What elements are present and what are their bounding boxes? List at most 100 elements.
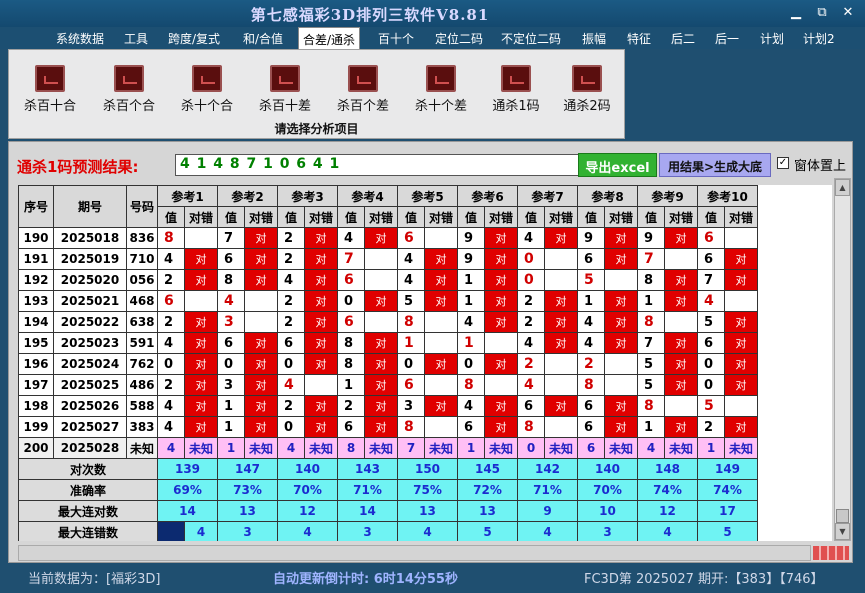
- generate-base-button[interactable]: 用结果>生成大底: [659, 153, 771, 177]
- kill-sg-diff-button[interactable]: 杀十个差: [406, 65, 476, 114]
- cell-ref-value: 5: [697, 311, 725, 333]
- cell-ref-value: 4: [157, 437, 185, 459]
- cell-ref-result: [184, 227, 218, 249]
- kill-bs-diff-button[interactable]: 杀百十差: [250, 65, 320, 114]
- cell-ref-value: 2: [157, 269, 185, 291]
- cell-ref-result: 对: [544, 395, 578, 417]
- cell-ref-value: 1: [337, 374, 365, 396]
- subheader-value: 值: [577, 206, 605, 228]
- stats-value: 4: [184, 521, 218, 541]
- cell-ref-result: 对: [304, 311, 338, 333]
- progress-indicator: [813, 546, 849, 560]
- kill-bg-diff-button[interactable]: 杀百个差: [328, 65, 398, 114]
- cell-ref-value: 7: [397, 437, 425, 459]
- cell-ref-result: [364, 311, 398, 333]
- table-row[interactable]: 195 2025023 591 4 对 6 对 6 对 8 对 1 1 4 对 4 对 7 对 6 对: [18, 332, 758, 354]
- stats-value: 149: [697, 458, 758, 480]
- cell-ref-value: 1: [217, 416, 245, 438]
- subheader-result: 对错: [364, 206, 398, 228]
- cell-ref-value: 2: [277, 311, 305, 333]
- selected-cell: [157, 521, 185, 541]
- menu-last-one[interactable]: 后一: [715, 30, 739, 47]
- cell-ref-value: 7: [217, 227, 245, 249]
- horizontal-scrollbar[interactable]: [18, 545, 811, 561]
- subheader-result: 对错: [484, 206, 518, 228]
- scroll-down-icon[interactable]: ▼: [835, 523, 850, 540]
- kill-two-code-button[interactable]: 通杀2码: [552, 65, 622, 114]
- cell-ref-value: 2: [277, 290, 305, 312]
- menu-amplitude[interactable]: 振幅: [582, 30, 606, 47]
- menu-last-two[interactable]: 后二: [671, 30, 695, 47]
- menu-bsg[interactable]: 百十个: [378, 30, 414, 47]
- menu-bar: 系统数据 工具 跨度/复式 和/合值 合差/通杀 百十个 定位二码 不定位二码 …: [0, 27, 865, 49]
- cell-number: 未知: [126, 437, 158, 459]
- menu-plan[interactable]: 计划: [760, 30, 784, 47]
- table-row[interactable]: 194 2025022 638 2 对 3 2 对 6 8 4 对 2 对 4 对 8 5 对: [18, 311, 758, 333]
- cell-ref-value: 9: [577, 227, 605, 249]
- cell-ref-value: 0: [277, 353, 305, 375]
- ribbon-panel: 杀百十合 杀百个合 杀十个合 杀百十差 杀百个差 杀十个差 通杀1码 通杀2码 …: [8, 49, 625, 139]
- table-row[interactable]: 196 2025024 762 0 对 0 对 0 对 8 对 0 对 0 对 2 2 5 对 0 对: [18, 353, 758, 375]
- cell-ref-value: 8: [337, 437, 365, 459]
- kill-bg-sum-button[interactable]: 杀百个合: [94, 65, 164, 114]
- table-row[interactable]: 191 2025019 710 4 对 6 对 2 对 7 4 对 9 对 0 6 对 7 6 对: [18, 248, 758, 270]
- cell-ref-result: 对: [604, 395, 638, 417]
- cell-number: 710: [126, 248, 158, 270]
- cell-ref-value: 0: [337, 290, 365, 312]
- menu-nonpos-two[interactable]: 不定位二码: [501, 30, 561, 47]
- prediction-result-field[interactable]: 4 1 4 8 7 1 0 6 4 1: [175, 154, 579, 176]
- cell-ref-value: 5: [577, 269, 605, 291]
- always-on-top-checkbox[interactable]: ✓: [777, 157, 789, 169]
- table-row[interactable]: 190 2025018 836 8 7 对 2 对 4 对 6 9 对 4 对 9 对 9 对 6: [18, 227, 758, 249]
- stats-value: 13: [397, 500, 458, 522]
- scroll-thumb[interactable]: [836, 509, 849, 523]
- minimize-icon[interactable]: ▁: [786, 5, 806, 20]
- menu-diff-kill[interactable]: 合差/通杀: [298, 27, 361, 49]
- col-header-ref: 参考9: [637, 185, 698, 207]
- cell-ref-result: 对: [244, 248, 278, 270]
- cell-ref-result: 对: [484, 416, 518, 438]
- table-row[interactable]: 192 2025020 056 2 对 8 对 4 对 6 4 对 1 对 0 5 8 对 7 对: [18, 269, 758, 291]
- kill-one-code-button[interactable]: 通杀1码: [481, 65, 551, 114]
- subheader-value: 值: [217, 206, 245, 228]
- kill-bs-sum-button[interactable]: 杀百十合: [15, 65, 85, 114]
- cell-number: 762: [126, 353, 158, 375]
- cell-issue: 2025026: [53, 395, 127, 417]
- table-row[interactable]: 198 2025026 588 4 对 1 对 2 对 2 对 3 对 4 对 6 对 6 对 8 5: [18, 395, 758, 417]
- menu-plan-2[interactable]: 计划2: [803, 30, 835, 47]
- cell-ref-result: 对: [184, 395, 218, 417]
- cell-ref-result: 对: [724, 269, 758, 291]
- cell-index: 193: [18, 290, 54, 312]
- table-row-pending[interactable]: 200 2025028 未知 4 未知 1 未知 4 未知 8 未知 7 未知 1 未知 0 未知 6 未知 4 未知 1…: [18, 437, 758, 459]
- cell-ref-value: 2: [337, 395, 365, 417]
- current-data-label: 当前数据为：[福彩3D]: [28, 572, 161, 587]
- stats-value: 5: [697, 521, 758, 541]
- cell-ref-value: 0: [277, 416, 305, 438]
- table-row[interactable]: 197 2025025 486 2 对 3 对 4 1 对 6 8 4 8 5 对 0 对: [18, 374, 758, 396]
- menu-system-data[interactable]: 系统数据: [56, 30, 104, 47]
- cell-ref-result: 未知: [244, 437, 278, 459]
- scroll-up-icon[interactable]: ▲: [835, 179, 850, 196]
- stats-value: 73%: [217, 479, 278, 501]
- menu-tools[interactable]: 工具: [124, 30, 148, 47]
- cell-ref-result: [664, 311, 698, 333]
- cell-ref-value: 8: [637, 269, 665, 291]
- chart-icon: [114, 65, 144, 92]
- restore-icon[interactable]: ⧉: [812, 5, 832, 20]
- menu-feature[interactable]: 特征: [627, 30, 651, 47]
- export-excel-button[interactable]: 导出excel: [578, 153, 657, 177]
- table-row[interactable]: 193 2025021 468 6 4 2 对 0 对 5 对 1 对 2 对 1 对 1 对 4: [18, 290, 758, 312]
- cell-ref-result: 对: [364, 395, 398, 417]
- cell-ref-value: 7: [337, 248, 365, 270]
- menu-sum[interactable]: 和/合值: [243, 30, 283, 47]
- cell-ref-value: 7: [637, 332, 665, 354]
- close-icon[interactable]: ✕: [838, 5, 858, 20]
- menu-span[interactable]: 跨度/复式: [168, 30, 220, 47]
- cell-ref-value: 0: [697, 374, 725, 396]
- kill-sg-sum-button[interactable]: 杀十个合: [172, 65, 242, 114]
- table-row[interactable]: 199 2025027 383 4 对 1 对 0 对 6 对 8 6 对 8 6 对 1 对 2 对: [18, 416, 758, 438]
- vertical-scrollbar[interactable]: ▲ ▼: [834, 178, 851, 541]
- menu-pos-two[interactable]: 定位二码: [435, 30, 483, 47]
- always-on-top-label: 窗体置上: [794, 159, 847, 174]
- chart-icon: [192, 65, 222, 92]
